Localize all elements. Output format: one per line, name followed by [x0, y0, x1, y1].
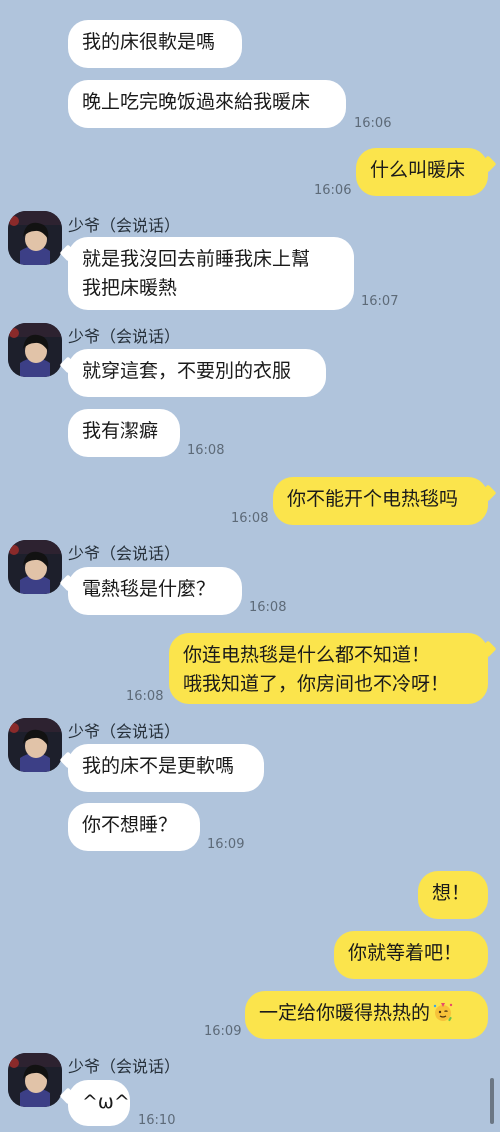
message-time: 16:08 [231, 511, 269, 526]
message-text: 我有潔癖 [82, 420, 159, 442]
message-bubble[interactable]: 你就等着吧！ [334, 931, 488, 979]
message-bubble[interactable]: 就穿這套，不要別的衣服 [68, 349, 326, 397]
sender-name: 少爷（会说话） [68, 216, 181, 235]
message-time: 16:07 [361, 294, 399, 309]
contact-avatar[interactable] [8, 211, 62, 265]
message-time: 16:10 [138, 1113, 176, 1128]
message-text: ^ω^ [82, 1091, 130, 1113]
contact-avatar[interactable] [8, 540, 62, 594]
message-bubble[interactable]: 晚上吃完晚饭過來給我暖床 [68, 80, 346, 128]
message-time: 16:08 [249, 600, 287, 615]
contact-avatar[interactable] [8, 323, 62, 377]
message-text-line2: 我把床暖熱 [82, 277, 178, 299]
message-text: 你连电热毯是什么都不知道！ [183, 644, 431, 666]
message-bubble[interactable]: 電熱毯是什麼？ [68, 567, 242, 615]
message-text: 你不想睡？ [82, 814, 178, 836]
message-bubble[interactable]: 一定给你暖得热热的 [245, 991, 488, 1039]
contact-avatar[interactable] [8, 1053, 62, 1107]
message-text: 就是我沒回去前睡我床上幫 [82, 248, 311, 270]
message-text: 你不能开个电热毯吗 [287, 488, 459, 510]
message-bubble[interactable]: 你不能开个电热毯吗 [273, 477, 488, 525]
message-text: 想！ [432, 882, 471, 904]
message-bubble[interactable]: ^ω^ [68, 1080, 130, 1126]
message-time: 16:06 [354, 116, 392, 131]
sender-name: 少爷（会说话） [68, 327, 181, 346]
contact-avatar[interactable] [8, 718, 62, 772]
message-time: 16:09 [204, 1024, 242, 1039]
scrollbar[interactable] [490, 1078, 494, 1124]
message-text: 什么叫暖床 [370, 159, 466, 181]
sender-name: 少爷（会说话） [68, 722, 181, 741]
sender-name: 少爷（会说话） [68, 1057, 181, 1076]
message-text-line2: 哦我知道了，你房间也不冷呀！ [183, 673, 450, 695]
message-text: 你就等着吧！ [348, 942, 463, 964]
message-bubble[interactable]: 你连电热毯是什么都不知道！ 哦我知道了，你房间也不冷呀！ [169, 633, 488, 704]
message-text: 我的床很軟是嗎 [82, 31, 216, 53]
message-text: 電熱毯是什麼？ [82, 578, 216, 600]
message-bubble[interactable]: 我有潔癖 [68, 409, 180, 457]
message-bubble[interactable]: 我的床不是更軟嗎 [68, 744, 264, 792]
message-time: 16:08 [187, 443, 225, 458]
party-face-icon [432, 1001, 454, 1032]
message-text: 晚上吃完晚饭過來給我暖床 [82, 91, 311, 113]
message-text: 我的床不是更軟嗎 [82, 755, 235, 777]
message-bubble[interactable]: 我的床很軟是嗎 [68, 20, 242, 68]
message-bubble[interactable]: 你不想睡？ [68, 803, 200, 851]
message-bubble[interactable]: 想！ [418, 871, 488, 919]
message-bubble[interactable]: 就是我沒回去前睡我床上幫 我把床暖熱 [68, 237, 354, 310]
message-text: 一定给你暖得热热的 [259, 1002, 431, 1024]
sender-name: 少爷（会说话） [68, 544, 181, 563]
message-time: 16:09 [207, 837, 245, 852]
message-bubble[interactable]: 什么叫暖床 [356, 148, 488, 196]
message-time: 16:08 [126, 689, 164, 704]
message-text: 就穿這套，不要別的衣服 [82, 360, 292, 382]
message-time: 16:06 [314, 183, 352, 198]
